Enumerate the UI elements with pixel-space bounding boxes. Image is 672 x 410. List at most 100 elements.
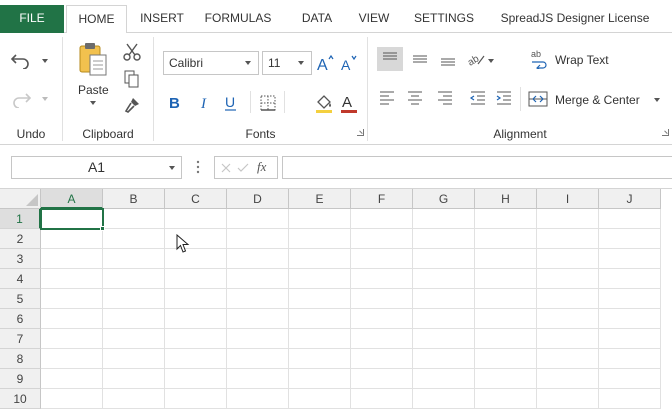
cell-e7[interactable] (289, 329, 351, 349)
cell-h5[interactable] (475, 289, 537, 309)
column-header-h[interactable]: H (475, 189, 537, 209)
cell-f3[interactable] (351, 249, 413, 269)
cell-j6[interactable] (599, 309, 661, 329)
cell-a1[interactable] (41, 209, 103, 229)
borders-icon[interactable] (260, 95, 276, 114)
select-all-corner[interactable] (0, 189, 41, 209)
cell-e8[interactable] (289, 349, 351, 369)
cell-g2[interactable] (413, 229, 475, 249)
increase-font-size-icon[interactable]: A (316, 53, 334, 76)
font-size-select[interactable]: 11 (262, 51, 312, 75)
cell-f4[interactable] (351, 269, 413, 289)
column-header-d[interactable]: D (227, 189, 289, 209)
align-left-icon[interactable] (377, 89, 397, 110)
cell-j9[interactable] (599, 369, 661, 389)
align-center-icon[interactable] (405, 89, 425, 110)
cell-c9[interactable] (165, 369, 227, 389)
cell-b5[interactable] (103, 289, 165, 309)
align-right-icon[interactable] (435, 89, 455, 110)
column-header-j[interactable]: J (599, 189, 661, 209)
paste-dropdown-icon[interactable] (90, 101, 96, 105)
cell-c4[interactable] (165, 269, 227, 289)
cell-f10[interactable] (351, 389, 413, 409)
row-header-3[interactable]: 3 (0, 249, 41, 269)
cell-g1[interactable] (413, 209, 475, 229)
merge-center-button[interactable]: Merge & Center (555, 93, 640, 107)
increase-indent-icon[interactable] (494, 89, 514, 110)
format-painter-icon[interactable] (123, 96, 141, 117)
cell-h6[interactable] (475, 309, 537, 329)
cell-f7[interactable] (351, 329, 413, 349)
cell-c2[interactable] (165, 229, 227, 249)
cell-h1[interactable] (475, 209, 537, 229)
bold-icon[interactable]: B (168, 93, 182, 114)
row-header-1[interactable]: 1 (0, 209, 41, 229)
confirm-icon[interactable] (237, 162, 249, 176)
cell-e5[interactable] (289, 289, 351, 309)
align-top-button[interactable] (377, 47, 403, 71)
cell-j7[interactable] (599, 329, 661, 349)
cell-j8[interactable] (599, 349, 661, 369)
column-header-f[interactable]: F (351, 189, 413, 209)
cell-f8[interactable] (351, 349, 413, 369)
tab-file[interactable]: FILE (0, 5, 64, 33)
decrease-indent-icon[interactable] (468, 89, 488, 110)
cell-i10[interactable] (537, 389, 599, 409)
cell-d1[interactable] (227, 209, 289, 229)
tab-spreadjs-designer-license[interactable]: SpreadJS Designer License (490, 5, 660, 33)
cell-d7[interactable] (227, 329, 289, 349)
cell-d5[interactable] (227, 289, 289, 309)
cell-c7[interactable] (165, 329, 227, 349)
wrap-text-button[interactable]: Wrap Text (555, 53, 609, 67)
undo-icon[interactable] (10, 51, 32, 72)
tab-insert[interactable]: INSERT (131, 5, 193, 33)
tab-home[interactable]: HOME (66, 5, 127, 34)
cell-a4[interactable] (41, 269, 103, 289)
italic-icon[interactable]: I (198, 93, 212, 114)
cell-b6[interactable] (103, 309, 165, 329)
cell-i6[interactable] (537, 309, 599, 329)
cell-h9[interactable] (475, 369, 537, 389)
cell-e2[interactable] (289, 229, 351, 249)
cell-e6[interactable] (289, 309, 351, 329)
cell-h10[interactable] (475, 389, 537, 409)
redo-dropdown-icon[interactable] (42, 97, 48, 101)
cell-j4[interactable] (599, 269, 661, 289)
redo-icon[interactable] (10, 90, 32, 111)
column-header-c[interactable]: C (165, 189, 227, 209)
cell-g6[interactable] (413, 309, 475, 329)
cell-j10[interactable] (599, 389, 661, 409)
cell-e9[interactable] (289, 369, 351, 389)
more-options-icon[interactable] (196, 160, 200, 177)
cell-d2[interactable] (227, 229, 289, 249)
text-orientation-dropdown-icon[interactable] (488, 59, 494, 63)
cell-j2[interactable] (599, 229, 661, 249)
cell-d8[interactable] (227, 349, 289, 369)
cell-h4[interactable] (475, 269, 537, 289)
cell-a5[interactable] (41, 289, 103, 309)
cell-b7[interactable] (103, 329, 165, 349)
font-family-select[interactable]: Calibri (163, 51, 259, 75)
cell-c10[interactable] (165, 389, 227, 409)
cell-b2[interactable] (103, 229, 165, 249)
cell-b8[interactable] (103, 349, 165, 369)
cell-j3[interactable] (599, 249, 661, 269)
cell-d4[interactable] (227, 269, 289, 289)
tab-data[interactable]: DATA (289, 5, 345, 33)
cell-g3[interactable] (413, 249, 475, 269)
cell-b3[interactable] (103, 249, 165, 269)
spreadsheet-grid[interactable]: ABCDEFGHIJ 1 2 3 4 5 6 7 8 9 10 (0, 189, 672, 410)
cell-c5[interactable] (165, 289, 227, 309)
tab-settings[interactable]: SETTINGS (405, 5, 483, 33)
row-header-2[interactable]: 2 (0, 229, 41, 249)
cell-f9[interactable] (351, 369, 413, 389)
name-box[interactable]: A1 (11, 156, 182, 179)
cell-c3[interactable] (165, 249, 227, 269)
insert-function-button[interactable]: fx (257, 159, 266, 175)
cell-j1[interactable] (599, 209, 661, 229)
row-header-8[interactable]: 8 (0, 349, 41, 369)
row-header-4[interactable]: 4 (0, 269, 41, 289)
cell-d10[interactable] (227, 389, 289, 409)
align-bottom-icon[interactable] (435, 47, 461, 74)
alignment-dialog-launcher-icon[interactable] (662, 129, 669, 136)
